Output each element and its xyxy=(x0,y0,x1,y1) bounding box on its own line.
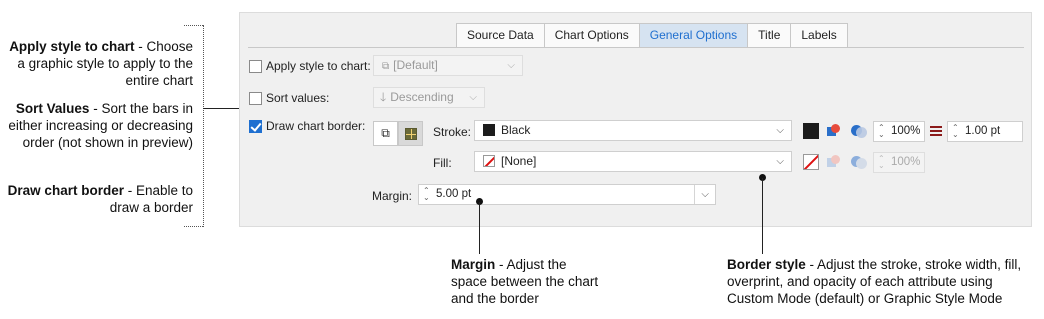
stroke-value: Black xyxy=(501,123,531,137)
overprint-icon[interactable] xyxy=(827,124,841,138)
apply-style-checkbox[interactable] xyxy=(249,60,262,73)
apply-style-dropdown[interactable]: ⧉ [Default] ⌵ xyxy=(373,55,523,76)
sort-values-checkbox[interactable] xyxy=(249,92,262,105)
chevron-down-icon: ⌵ xyxy=(776,156,784,167)
chevron-down-icon: ⌵ xyxy=(469,92,477,103)
fill-opacity-stepper[interactable]: ⌃ ⌄ 100% xyxy=(873,152,925,173)
chevron-down-icon: ⌵ xyxy=(776,125,784,136)
annotation-bracket-top xyxy=(184,25,203,26)
fill-label: Fill: xyxy=(433,156,452,170)
tab-bar: Source Data Chart Options General Option… xyxy=(456,23,848,48)
stroke-width-stepper[interactable]: ⌃ ⌄ 1.00 pt xyxy=(947,121,1023,142)
annotation-title: Border style xyxy=(727,257,806,272)
annotation-title: Sort Values xyxy=(15,101,90,116)
opacity-icon[interactable] xyxy=(851,124,867,138)
stroke-opacity-stepper[interactable]: ⌃ ⌄ 100% xyxy=(873,121,925,142)
stroke-color-dropdown[interactable]: Black ⌵ xyxy=(474,120,792,141)
stepper-arrows-icon: ⌃ ⌄ xyxy=(423,186,430,202)
stepper-arrows-icon: ⌃ ⌄ xyxy=(952,123,959,139)
stroke-opacity-value: 100% xyxy=(891,125,921,137)
tab-divider xyxy=(248,47,1024,48)
draw-border-checkbox[interactable] xyxy=(249,120,262,133)
stroke-width-icon xyxy=(930,125,942,137)
custom-mode-button[interactable]: ⧉ xyxy=(373,121,398,146)
apply-style-label: Apply style to chart: xyxy=(266,59,371,73)
stroke-color-swatch[interactable] xyxy=(803,123,819,139)
tab-title[interactable]: Title xyxy=(747,23,791,48)
stroke-width-value: 1.00 pt xyxy=(965,125,1001,137)
annotation-bracket-bottom xyxy=(184,226,203,227)
fill-opacity-value: 100% xyxy=(891,156,921,168)
margin-connector-line xyxy=(479,202,480,254)
apply-style-value: [Default] xyxy=(393,58,438,72)
stepper-arrows-icon: ⌃ ⌄ xyxy=(878,154,885,170)
graphic-style-mode-button[interactable] xyxy=(398,121,423,146)
margin-label: Margin: xyxy=(372,189,413,203)
sort-values-label: Sort values: xyxy=(266,91,330,105)
none-swatch-icon xyxy=(483,155,495,167)
annotation-border-style: Border style - Adjust the stroke, stroke… xyxy=(727,256,1037,307)
margin-value: 5.00 pt xyxy=(436,188,472,200)
grid-icon xyxy=(405,128,417,140)
fill-color-swatch[interactable] xyxy=(803,154,819,170)
margin-stepper[interactable]: ⌃ ⌄ 5.00 pt ⌵ xyxy=(418,184,716,205)
annotation-title: Apply style to chart xyxy=(9,39,135,54)
sort-values-value: Descending xyxy=(390,90,454,104)
tab-source-data[interactable]: Source Data xyxy=(456,23,544,48)
margin-dropdown-divider xyxy=(694,185,695,204)
fill-color-dropdown[interactable]: [None] ⌵ xyxy=(474,151,792,172)
annotation-title: Margin xyxy=(451,257,496,272)
tab-labels[interactable]: Labels xyxy=(790,23,848,48)
annotation-sort-values: Sort Values - Sort the bars in either in… xyxy=(3,100,193,151)
graphic-style-icon: ⧉ xyxy=(382,61,390,72)
draw-border-label: Draw chart border: xyxy=(266,119,366,133)
annotation-draw-border: Draw chart border - Enable to draw a bor… xyxy=(3,182,193,216)
border-style-connector-line xyxy=(762,178,763,254)
chevron-down-icon: ⌵ xyxy=(507,60,515,71)
arrow-down-icon: 🡓 xyxy=(380,90,387,104)
chevron-down-icon[interactable]: ⌵ xyxy=(701,185,709,204)
annotation-apply-style: Apply style to chart - Choose a graphic … xyxy=(3,38,193,89)
fill-opacity-icon[interactable] xyxy=(851,155,867,169)
stroke-swatch xyxy=(483,124,495,136)
annotation-title: Draw chart border xyxy=(7,183,124,198)
stepper-arrows-icon: ⌃ ⌄ xyxy=(878,123,885,139)
stroke-label: Stroke: xyxy=(433,125,472,139)
sort-values-dropdown[interactable]: 🡓 Descending ⌵ xyxy=(373,87,485,108)
annotation-bracket xyxy=(203,25,204,227)
fill-value: [None] xyxy=(501,154,537,168)
tab-chart-options[interactable]: Chart Options xyxy=(543,23,639,48)
annotation-margin: Margin - Adjust the space between the ch… xyxy=(451,256,601,307)
fill-overprint-icon[interactable] xyxy=(827,155,841,169)
tab-general-options[interactable]: General Options xyxy=(638,23,748,48)
